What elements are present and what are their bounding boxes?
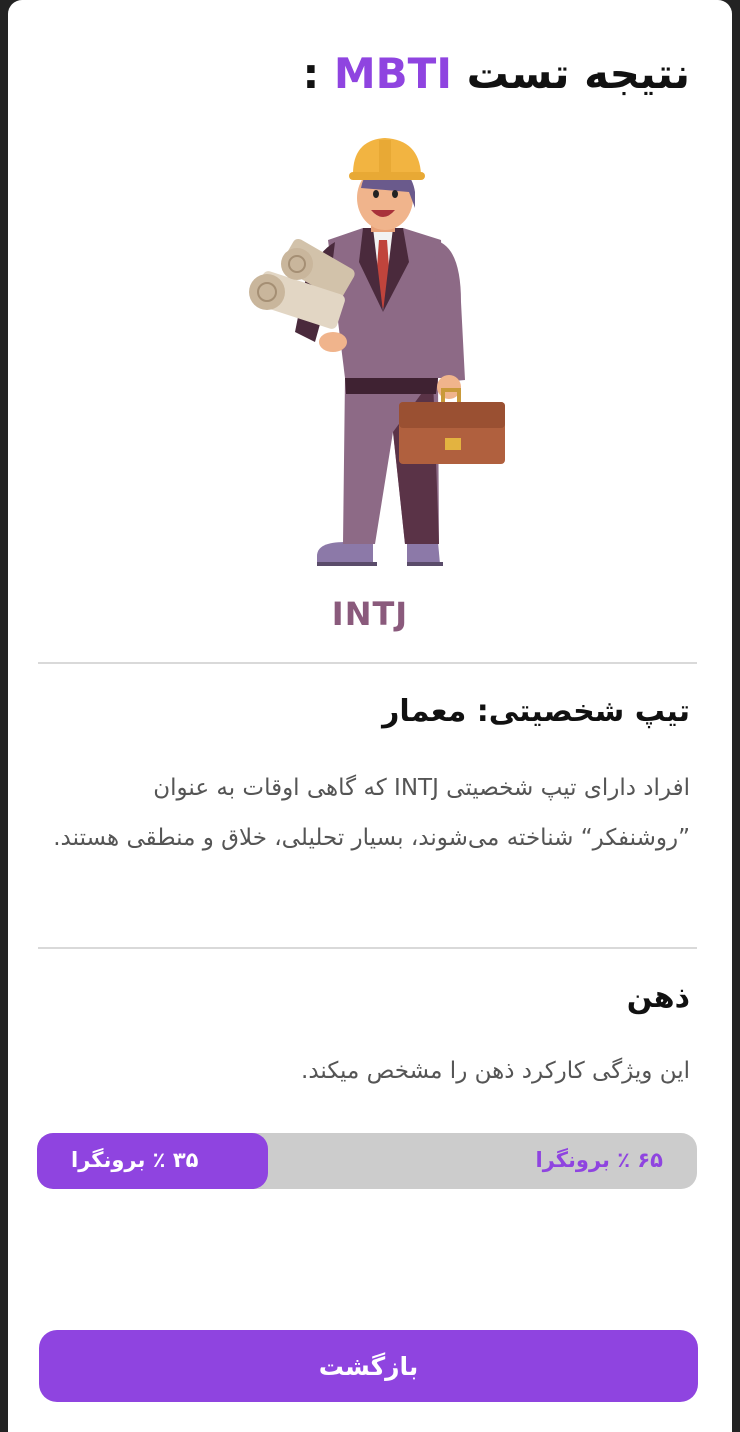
page-title: نتیجه تست MBTI : — [302, 46, 690, 102]
result-card: نتیجه تست MBTI : INTJ تیپ شخصیتی: معمار … — [8, 0, 732, 1432]
mind-progress-bar: ۶۵ ٪ برونگرا ۳۵ ٪ برونگرا — [37, 1133, 697, 1189]
bar-label-left: ۳۵ ٪ برونگرا — [71, 1148, 199, 1172]
back-button[interactable]: بازگشت — [39, 1330, 698, 1402]
personality-description: افراد دارای تیپ شخصیتی INTJ که گاهی اوقا… — [53, 775, 690, 851]
bar-label-right: ۶۵ ٪ برونگرا — [535, 1148, 663, 1172]
type-code: INTJ — [331, 595, 409, 633]
divider — [38, 662, 697, 664]
mind-subtitle: این ویژگی کارکرد ذهن را مشخص میکند. — [301, 1058, 690, 1084]
title-accent: MBTI — [333, 49, 452, 98]
title-prefix: نتیجه تست — [466, 49, 690, 98]
title-suffix: : — [302, 49, 320, 98]
personality-title: تیپ شخصیتی: معمار — [382, 694, 690, 729]
architect-illustration — [249, 138, 505, 566]
divider — [38, 947, 697, 949]
mind-title: ذهن — [626, 980, 690, 1015]
